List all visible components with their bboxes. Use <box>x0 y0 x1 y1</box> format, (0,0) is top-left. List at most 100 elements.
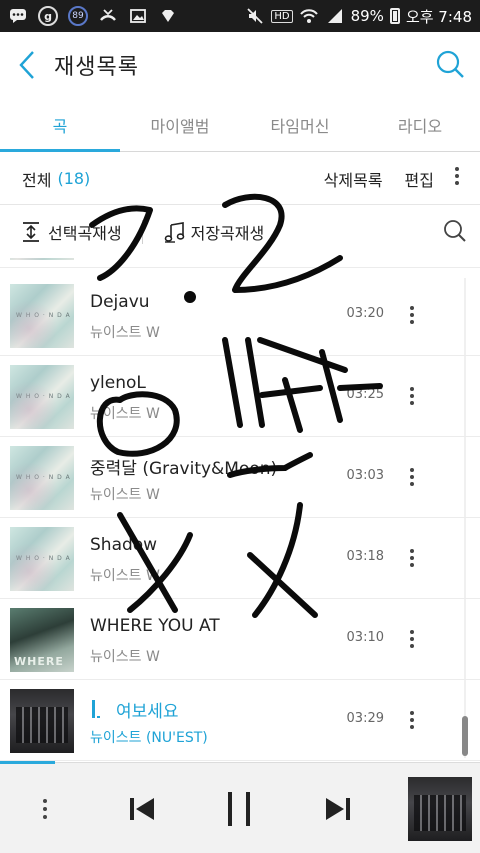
list-item-now-playing[interactable]: 여보세요 뉴이스트 (NU'EST) 03:29 <box>0 681 480 761</box>
more-vertical-icon <box>410 387 414 405</box>
battery-percent: 89% <box>350 7 384 25</box>
tab-bar: 곡 마이앨범 타임머신 라디오 <box>0 98 480 152</box>
pause-icon <box>228 792 250 826</box>
mute-icon <box>245 6 265 26</box>
list-search-button[interactable] <box>442 218 468 248</box>
clock: 오후 7:48 <box>405 7 472 26</box>
image-icon <box>128 6 148 26</box>
play-options-row: 선택곡재생 저장곡재생 <box>0 206 480 258</box>
song-more-button[interactable] <box>400 302 424 328</box>
music-note-icon <box>164 222 184 243</box>
back-button[interactable] <box>0 32 54 98</box>
song-artist: 뉴이스트 W <box>90 487 160 503</box>
chat-icon <box>8 6 28 26</box>
song-more-button[interactable] <box>400 464 424 490</box>
song-more-button[interactable] <box>400 626 424 652</box>
more-vertical-icon <box>410 630 414 648</box>
song-title: Dejavu <box>90 292 150 312</box>
mini-player <box>0 761 480 853</box>
play-saved-button[interactable]: 저장곡재생 <box>163 220 265 244</box>
badge-89-icon: 89 <box>68 6 88 26</box>
song-duration: 03:10 <box>346 630 384 645</box>
diamond-icon <box>158 6 178 26</box>
search-icon <box>444 220 466 242</box>
player-more-button[interactable] <box>30 793 60 825</box>
previous-button[interactable] <box>120 789 164 829</box>
song-more-button[interactable] <box>400 545 424 571</box>
play-selected-label: 선택곡재생 <box>48 224 122 243</box>
album-art <box>10 365 74 429</box>
g-circle-icon: g <box>38 6 58 26</box>
hd-icon: HD <box>271 9 293 23</box>
tab-radio[interactable]: 라디오 <box>360 98 480 151</box>
song-duration: 03:03 <box>346 468 384 483</box>
toolbar-actions: 삭제목록 편집 <box>302 166 480 191</box>
delete-list-button[interactable]: 삭제목록 <box>324 167 383 191</box>
missed-call-icon <box>98 6 118 26</box>
song-duration: 03:18 <box>346 549 384 564</box>
signal-icon <box>325 6 345 26</box>
status-bar: g 89 HD 89% 오후 7:48 <box>0 0 480 32</box>
song-count: (18) <box>57 169 91 188</box>
song-artist: 뉴이스트 (NU'EST) <box>90 730 208 746</box>
battery-icon <box>389 8 400 24</box>
song-title: ylenoL <box>90 373 146 393</box>
play-selected-icon <box>23 222 39 242</box>
list-item[interactable]: WHERE YOU AT 뉴이스트 W 03:10 <box>0 600 480 680</box>
skip-next-icon <box>326 798 350 820</box>
app-header: 재생목록 <box>0 32 480 98</box>
list-toolbar: 전체 (18) 삭제목록 편집 <box>0 153 480 205</box>
edit-button[interactable]: 편집 <box>405 167 434 191</box>
list-item[interactable]: Shadow 뉴이스트 W 03:18 <box>0 519 480 599</box>
album-art <box>10 527 74 591</box>
more-vertical-icon <box>455 167 459 185</box>
play-row-divider <box>141 220 143 244</box>
search-icon <box>436 50 464 78</box>
tab-songs[interactable]: 곡 <box>0 98 120 152</box>
now-playing-equalizer-icon <box>92 700 106 718</box>
list-item[interactable] <box>0 258 480 268</box>
play-saved-label: 저장곡재생 <box>190 224 265 243</box>
song-title: Shadow <box>90 535 158 555</box>
song-artist: 뉴이스트 W <box>90 649 160 665</box>
song-title: WHERE YOU AT <box>90 616 220 636</box>
play-selected-button[interactable]: 선택곡재생 <box>20 220 122 244</box>
album-art <box>10 608 74 672</box>
song-more-button[interactable] <box>400 383 424 409</box>
song-artist: 뉴이스트 W <box>90 406 160 422</box>
select-all-label[interactable]: 전체 <box>22 167 51 191</box>
album-art <box>10 284 74 348</box>
more-vertical-icon <box>410 468 414 486</box>
song-more-button[interactable] <box>400 707 424 733</box>
tab-time-machine[interactable]: 타임머신 <box>240 98 360 151</box>
song-duration: 03:29 <box>346 711 384 726</box>
album-art <box>10 689 74 753</box>
more-vertical-icon <box>410 711 414 729</box>
song-duration: 03:20 <box>346 306 384 321</box>
list-item[interactable]: ylenoL 뉴이스트 W 03:25 <box>0 357 480 437</box>
song-artist: 뉴이스트 W <box>90 325 160 341</box>
list-item[interactable]: Dejavu 뉴이스트 W 03:20 <box>0 276 480 356</box>
wifi-icon <box>299 6 319 26</box>
tab-my-album[interactable]: 마이앨범 <box>120 98 240 151</box>
song-list: Dejavu 뉴이스트 W 03:20 ylenoL 뉴이스트 W 03:25 … <box>0 258 480 762</box>
scrollbar[interactable] <box>462 716 468 756</box>
header-search-button[interactable] <box>432 46 468 82</box>
album-art <box>10 446 74 510</box>
more-vertical-icon <box>410 306 414 324</box>
page-title: 재생목록 <box>54 55 139 80</box>
song-title: 중력달 (Gravity&Moon) <box>90 459 278 479</box>
pause-button[interactable] <box>218 789 262 829</box>
skip-previous-icon <box>130 798 154 820</box>
toolbar-more-button[interactable] <box>442 166 472 191</box>
album-art <box>10 258 74 260</box>
list-item[interactable]: 중력달 (Gravity&Moon) 뉴이스트 W 03:03 <box>0 438 480 518</box>
playback-progress[interactable] <box>0 761 56 764</box>
song-artist: 뉴이스트 W <box>90 568 160 584</box>
more-vertical-icon <box>410 549 414 567</box>
back-arrow-icon <box>19 51 34 79</box>
next-button[interactable] <box>316 789 360 829</box>
now-playing-album-art[interactable] <box>408 777 472 841</box>
status-bar-system: HD 89% 오후 7:48 <box>245 6 472 27</box>
more-vertical-icon <box>43 799 47 819</box>
